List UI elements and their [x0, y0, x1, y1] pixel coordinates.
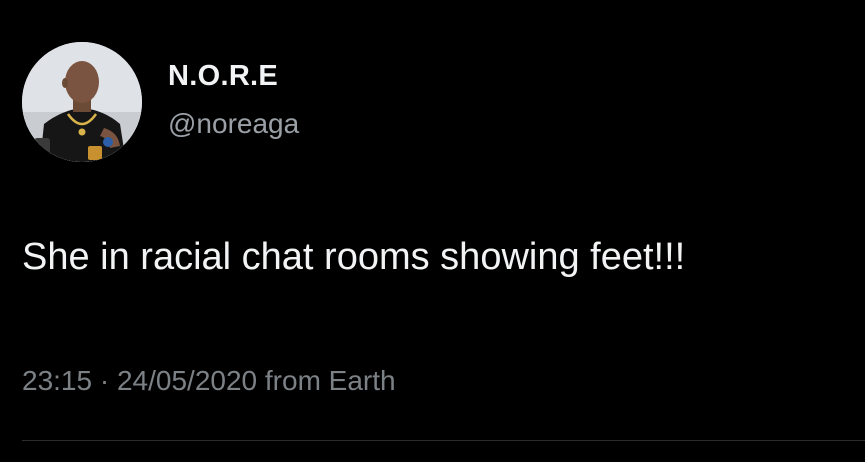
- tweet-date[interactable]: 24/05/2020: [117, 365, 257, 396]
- author-handle[interactable]: @noreaga: [168, 108, 299, 140]
- tweet-card: N.O.R.E @noreaga She in racial chat room…: [0, 0, 865, 462]
- profile-photo-icon: [22, 42, 142, 162]
- avatar[interactable]: [22, 42, 142, 162]
- divider: [22, 440, 865, 441]
- tweet-source: from Earth: [264, 365, 396, 396]
- tweet-meta: 23:15 · 24/05/2020 from Earth: [22, 365, 396, 397]
- tweet-time[interactable]: 23:15: [22, 365, 92, 396]
- tweet-text: She in racial chat rooms showing feet!!!: [22, 236, 686, 278]
- author-display-name[interactable]: N.O.R.E: [168, 60, 278, 93]
- meta-separator: ·: [99, 365, 110, 396]
